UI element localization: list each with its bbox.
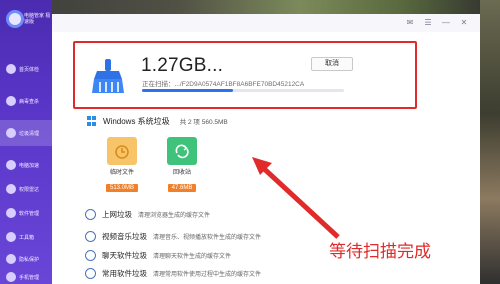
nav-icon	[6, 208, 16, 218]
scan-size-text: 1.27GB...	[141, 55, 224, 76]
sidebar-item-9[interactable]: 手机管理	[0, 264, 52, 284]
sidebar-item-label: 电脑加速	[19, 162, 40, 169]
menu-icon[interactable]: ☰	[422, 17, 434, 28]
message-icon[interactable]: ✉	[404, 17, 416, 28]
video-icon	[85, 230, 96, 242]
nav-icon	[6, 232, 16, 242]
scan-status-card: 1.27GB... 正在扫描：.../F2D9A0574AF1BF8A6BFE7…	[73, 41, 417, 109]
clock-folder-icon	[107, 137, 137, 165]
section-title: Windows 系统垃圾	[103, 116, 170, 126]
sidebar-item-label: 软件管理	[19, 210, 40, 217]
row-desc: 清理浏览器生成的缓存文件	[138, 212, 211, 219]
windows-junk-header: Windows 系统垃圾 共 2 项 560.5MB	[87, 115, 228, 127]
broom-icon	[92, 59, 124, 93]
sidebar-item-label: 工具箱	[19, 234, 35, 241]
sidebar-item-3[interactable]: 垃圾清理	[0, 120, 52, 146]
sidebar-item-label: 病毒查杀	[19, 98, 40, 105]
app-brand-text: 电脑管家 极速版	[24, 13, 51, 25]
nav-icon	[6, 160, 16, 170]
app-icon	[85, 267, 96, 279]
list-item[interactable]: 常用软件垃圾 清理常用软件使用过程中生成的缓存文件	[85, 266, 261, 280]
sidebar-item-4[interactable]: 电脑加速	[0, 152, 52, 178]
sidebar-item-label: 隐私保护	[19, 256, 40, 263]
globe-icon	[85, 208, 96, 220]
tile-label: 临时文件	[109, 170, 134, 176]
list-item[interactable]: 上网垃圾 清理浏览器生成的缓存文件	[85, 207, 210, 221]
row-title: 视频音乐垃圾	[102, 231, 147, 241]
scan-progress-fill	[142, 89, 233, 92]
windows-icon	[87, 116, 97, 126]
nav-icon	[6, 96, 16, 106]
nav-icon	[6, 64, 16, 74]
app-sidebar: 电脑管家 极速版 首页体检 病毒查杀 垃圾清理 电脑加速 权限雷达 软件管理 工…	[0, 0, 52, 284]
app-logo-icon	[6, 10, 24, 28]
sidebar-item-2[interactable]: 病毒查杀	[0, 88, 52, 114]
sidebar-item-label: 首页体检	[19, 66, 40, 73]
sidebar-item-6[interactable]: 软件管理	[0, 200, 52, 226]
chat-icon	[85, 249, 96, 261]
nav-icon	[6, 254, 16, 264]
cancel-button[interactable]: 取消	[311, 57, 353, 71]
list-item[interactable]: 聊天软件垃圾 清理聊天软件生成的缓存文件	[85, 248, 231, 262]
nav-icon	[6, 184, 16, 194]
section-meta: 共 2 项 560.5MB	[179, 119, 228, 126]
tile-size-badge: 47.6MB	[167, 184, 197, 192]
nav-icon	[6, 272, 16, 282]
minimize-button[interactable]: —	[440, 17, 452, 28]
row-desc: 清理常用软件使用过程中生成的缓存文件	[153, 271, 262, 278]
sidebar-item-1[interactable]: 首页体检	[0, 56, 52, 82]
tile-label: 回收站	[172, 170, 191, 176]
tile-recycle-bin[interactable]: 回收站 47.6MB	[160, 137, 204, 194]
row-title: 常用软件垃圾	[102, 268, 147, 278]
recycle-bin-icon	[167, 137, 197, 165]
tile-size-badge: 513.0MB	[105, 184, 138, 192]
sidebar-item-5[interactable]: 权限雷达	[0, 176, 52, 202]
row-title: 上网垃圾	[102, 209, 132, 219]
app-brand: 电脑管家 极速版	[4, 6, 52, 40]
scan-progress-bar	[142, 89, 344, 92]
background-photo-edge	[480, 0, 500, 284]
sidebar-item-label: 权限雷达	[19, 186, 40, 193]
close-button[interactable]: ✕	[458, 17, 470, 28]
sidebar-item-label: 垃圾清理	[19, 130, 40, 137]
sidebar-item-label: 手机管理	[19, 274, 40, 281]
scan-path-text: 正在扫描：.../F2D9A0574AF1BF8A6BFE70BD45212CA	[142, 81, 305, 88]
annotation-arrow	[252, 157, 340, 239]
row-desc: 清理聊天软件生成的缓存文件	[153, 253, 232, 260]
annotation-text: 等待扫描完成	[329, 242, 431, 261]
tile-temp-files[interactable]: 临时文件 513.0MB	[100, 137, 144, 194]
nav-icon	[6, 128, 16, 138]
row-title: 聊天软件垃圾	[102, 250, 147, 260]
window-titlebar: ✉ ☰ — ✕	[52, 14, 480, 32]
